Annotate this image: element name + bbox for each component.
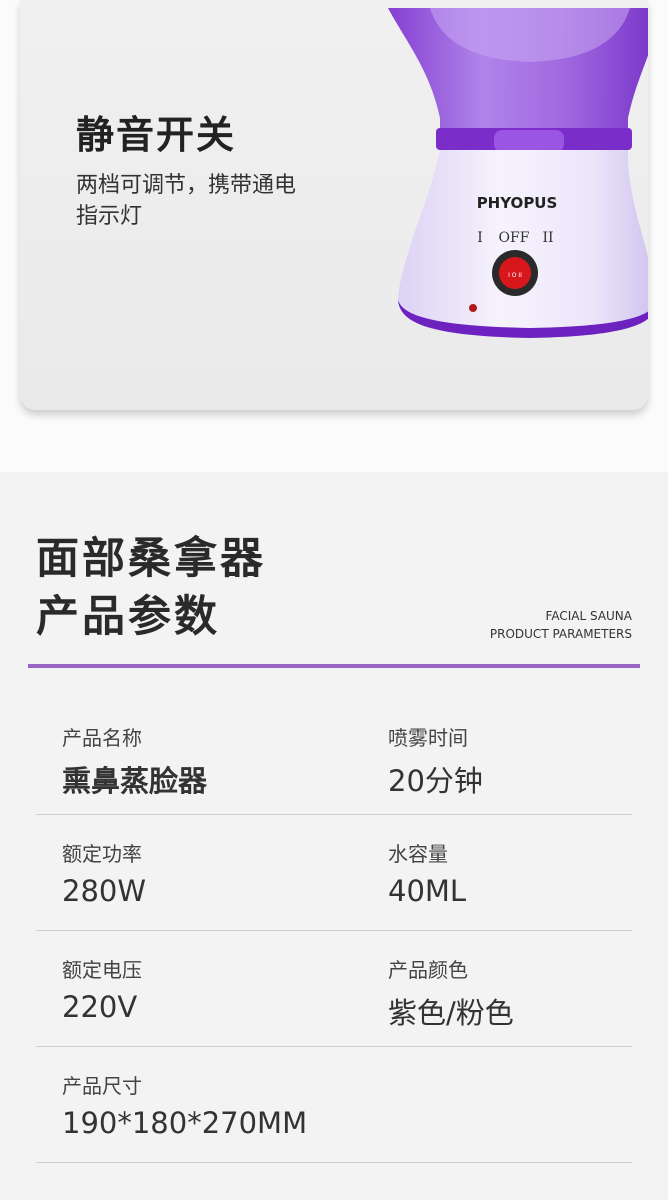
switch-mark-high: II bbox=[542, 230, 553, 246]
switch-mark-low: I bbox=[477, 230, 483, 246]
param-label: 额定电压 bbox=[62, 958, 142, 982]
param-label: 产品颜色 bbox=[388, 958, 468, 982]
purple-divider bbox=[28, 664, 640, 668]
switch-mark-off: OFF bbox=[499, 230, 530, 246]
param-label: 水容量 bbox=[388, 842, 448, 866]
param-value: 190*180*270MM bbox=[62, 1106, 308, 1140]
param-value: 40ML bbox=[388, 874, 467, 908]
feature-description: 两档可调节，携带通电指示灯 bbox=[76, 173, 297, 229]
rocker-marks: I O II bbox=[508, 272, 522, 279]
param-cell-spray-time: 喷雾时间 20分钟 bbox=[388, 698, 668, 814]
english-subtitle-line2: PRODUCT PARAMETERS bbox=[489, 627, 632, 641]
param-value: 280W bbox=[62, 874, 147, 908]
param-row: 额定电压 220V 产品颜色 紫色/粉色 bbox=[36, 930, 632, 1047]
feature-card: 静音开关 两档可调节，携带通电指示灯 PHYOPUS I OFF II I O … bbox=[20, 0, 648, 410]
param-cell-rated-power: 额定功率 280W bbox=[62, 814, 362, 930]
param-row: 产品尺寸 190*180*270MM bbox=[36, 1046, 632, 1163]
parameters-section: 面部桑拿器 产品参数 FACIAL SAUNA PRODUCT PARAMETE… bbox=[0, 472, 668, 1200]
feature-section: 静音开关 两档可调节，携带通电指示灯 PHYOPUS I OFF II I O … bbox=[0, 0, 668, 472]
feature-title: 静音开关 bbox=[76, 113, 237, 157]
param-label: 喷雾时间 bbox=[388, 726, 468, 750]
param-value: 220V bbox=[62, 990, 138, 1024]
brand-logo: PHYOPUS bbox=[477, 194, 558, 212]
param-value: 熏鼻蒸脸器 bbox=[62, 764, 208, 798]
facial-steamer-image: PHYOPUS I OFF II I O II bbox=[388, 8, 648, 338]
english-subtitle-line1: FACIAL SAUNA bbox=[545, 609, 632, 623]
param-cell-product-size: 产品尺寸 190*180*270MM bbox=[62, 1046, 362, 1162]
param-cell-rated-voltage: 额定电压 220V bbox=[62, 930, 362, 1046]
param-cell-product-name: 产品名称 熏鼻蒸脸器 bbox=[62, 698, 362, 814]
indicator-light-icon bbox=[469, 304, 477, 312]
param-label: 产品尺寸 bbox=[62, 1074, 142, 1098]
param-label: 产品名称 bbox=[62, 726, 142, 750]
param-row: 产品名称 熏鼻蒸脸器 喷雾时间 20分钟 bbox=[36, 698, 632, 815]
param-cell-product-color: 产品颜色 紫色/粉色 bbox=[388, 930, 668, 1046]
section-title-line2: 产品参数 bbox=[36, 592, 220, 642]
param-label: 额定功率 bbox=[62, 842, 142, 866]
param-cell-water-capacity: 水容量 40ML bbox=[388, 814, 668, 930]
param-value: 紫色/粉色 bbox=[388, 996, 514, 1030]
param-value: 20分钟 bbox=[388, 764, 483, 798]
param-row: 额定功率 280W 水容量 40ML bbox=[36, 814, 632, 931]
section-title-line1: 面部桑拿器 bbox=[36, 534, 266, 584]
